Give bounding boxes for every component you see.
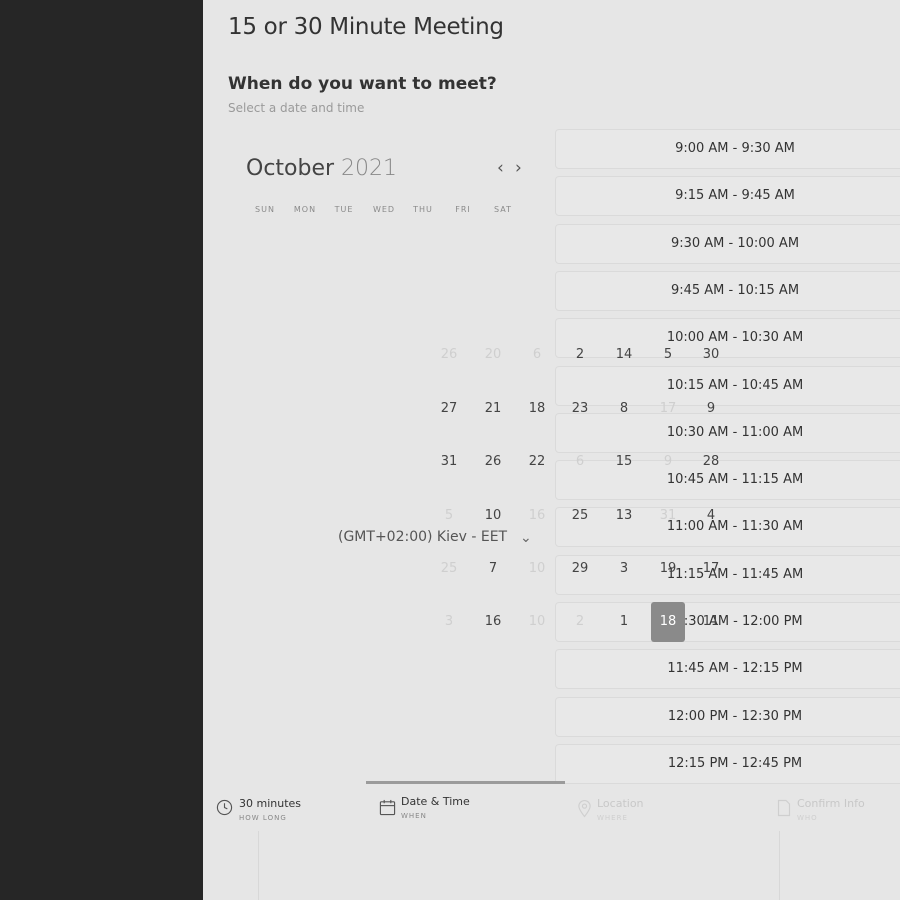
year-name: 2021 bbox=[341, 156, 398, 181]
step-label: Date & Time bbox=[401, 795, 470, 808]
time-slot-button[interactable]: 9:45 AM - 10:15 AM bbox=[555, 270, 900, 311]
next-month-button[interactable]: › bbox=[515, 158, 522, 178]
weekday-label: SUN bbox=[255, 205, 275, 214]
time-slot-button[interactable]: 12:15 PM - 12:45 PM bbox=[555, 743, 900, 784]
calendar-day: 25 bbox=[440, 561, 458, 576]
calendar-day[interactable]: 28 bbox=[694, 442, 728, 482]
calendar-day[interactable]: 31 bbox=[432, 442, 466, 482]
calendar-day: 20 bbox=[484, 347, 502, 362]
calendar-day[interactable]: 11 bbox=[694, 602, 728, 642]
location-pin-icon bbox=[578, 800, 591, 818]
calendar-day: 6 bbox=[532, 347, 542, 362]
divider bbox=[258, 831, 259, 900]
calendar-day[interactable]: 19 bbox=[651, 549, 685, 589]
calendar-day[interactable]: 7 bbox=[476, 549, 510, 589]
calendar-day: 26 bbox=[440, 347, 458, 362]
calendar-day: 10 bbox=[528, 614, 546, 629]
calendar-day[interactable]: 2 bbox=[563, 335, 597, 375]
calendar-day[interactable]: 15 bbox=[607, 442, 641, 482]
calendar-day[interactable]: 27 bbox=[432, 389, 466, 429]
timezone-select[interactable]: (GMT+02:00) Kiev - EET bbox=[338, 529, 507, 545]
calendar-day[interactable]: 13 bbox=[607, 496, 641, 536]
calendar-month-label: October 2021 bbox=[246, 156, 397, 181]
calendar-day[interactable]: 21 bbox=[476, 389, 510, 429]
weekday-label: WED bbox=[372, 205, 396, 214]
calendar-day: 3 bbox=[444, 614, 454, 629]
calendar-day: 2 bbox=[575, 614, 585, 629]
step-label: 30 minutes bbox=[239, 797, 302, 810]
calendar-day[interactable]: 3 bbox=[607, 549, 641, 589]
weekday-label: THU bbox=[413, 205, 433, 214]
calendar-day[interactable]: 30 bbox=[694, 335, 728, 375]
calendar-day[interactable]: 4 bbox=[694, 496, 728, 536]
calendar-day[interactable]: 25 bbox=[563, 496, 597, 536]
calendar-icon bbox=[379, 799, 396, 816]
step-sublabel: HOW LONG bbox=[239, 814, 287, 822]
weekday-label: MON bbox=[293, 205, 317, 214]
weekday-label: FRI bbox=[455, 205, 471, 214]
calendar-day[interactable]: 1 bbox=[607, 602, 641, 642]
calendar-day[interactable]: 5 bbox=[651, 335, 685, 375]
calendar-day: 9 bbox=[663, 454, 673, 469]
page-title: 15 or 30 Minute Meeting bbox=[228, 14, 504, 40]
weekday-label: SAT bbox=[494, 205, 512, 214]
calendar-day[interactable]: 16 bbox=[476, 602, 510, 642]
weekday-label: TUE bbox=[334, 205, 354, 214]
time-slot-button[interactable]: 9:15 AM - 9:45 AM bbox=[555, 176, 900, 217]
left-sidebar bbox=[0, 0, 203, 900]
time-slot-button[interactable]: 12:00 PM - 12:30 PM bbox=[555, 696, 900, 737]
scheduler-panel: 15 or 30 Minute Meeting When do you want… bbox=[203, 0, 900, 900]
clock-icon bbox=[216, 799, 233, 816]
calendar-day: 10 bbox=[528, 561, 546, 576]
active-step-indicator bbox=[366, 781, 565, 784]
step-sublabel: WHERE bbox=[597, 814, 628, 822]
time-slot-button[interactable]: 9:30 AM - 10:00 AM bbox=[555, 223, 900, 264]
calendar-day: 6 bbox=[575, 454, 585, 469]
calendar-day[interactable]: 9 bbox=[694, 389, 728, 429]
calendar-day[interactable]: 17 bbox=[694, 549, 728, 589]
step-sublabel: WHO bbox=[797, 814, 818, 822]
calendar-day[interactable]: 29 bbox=[563, 549, 597, 589]
chevron-right-icon: › bbox=[515, 158, 522, 178]
calendar-day[interactable]: 18 bbox=[520, 389, 554, 429]
section-heading: When do you want to meet? bbox=[228, 74, 497, 94]
calendar-day[interactable]: 26 bbox=[476, 442, 510, 482]
document-icon bbox=[777, 799, 791, 817]
month-name: October bbox=[246, 156, 335, 181]
progress-stepper: 30 minutes HOW LONG Date & Time WHEN Loc… bbox=[203, 781, 900, 900]
step-label: Location bbox=[597, 797, 644, 810]
step-label: Confirm Info bbox=[797, 797, 865, 810]
calendar-day: 17 bbox=[659, 401, 677, 416]
time-slot-button[interactable]: 9:00 AM - 9:30 AM bbox=[555, 129, 900, 169]
calendar-day-selected[interactable]: 18 bbox=[651, 602, 685, 642]
chevron-left-icon: ‹ bbox=[497, 158, 504, 178]
calendar-day[interactable]: 14 bbox=[607, 335, 641, 375]
divider bbox=[779, 831, 780, 900]
calendar-day: 31 bbox=[659, 508, 677, 523]
chevron-down-icon[interactable]: ⌄ bbox=[520, 530, 532, 546]
prev-month-button[interactable]: ‹ bbox=[497, 158, 504, 178]
time-slot-button[interactable]: 11:45 AM - 12:15 PM bbox=[555, 649, 900, 690]
section-hint: Select a date and time bbox=[228, 101, 365, 115]
calendar-day[interactable]: 22 bbox=[520, 442, 554, 482]
calendar-day[interactable]: 8 bbox=[607, 389, 641, 429]
calendar-day[interactable]: 23 bbox=[563, 389, 597, 429]
step-sublabel: WHEN bbox=[401, 812, 427, 820]
